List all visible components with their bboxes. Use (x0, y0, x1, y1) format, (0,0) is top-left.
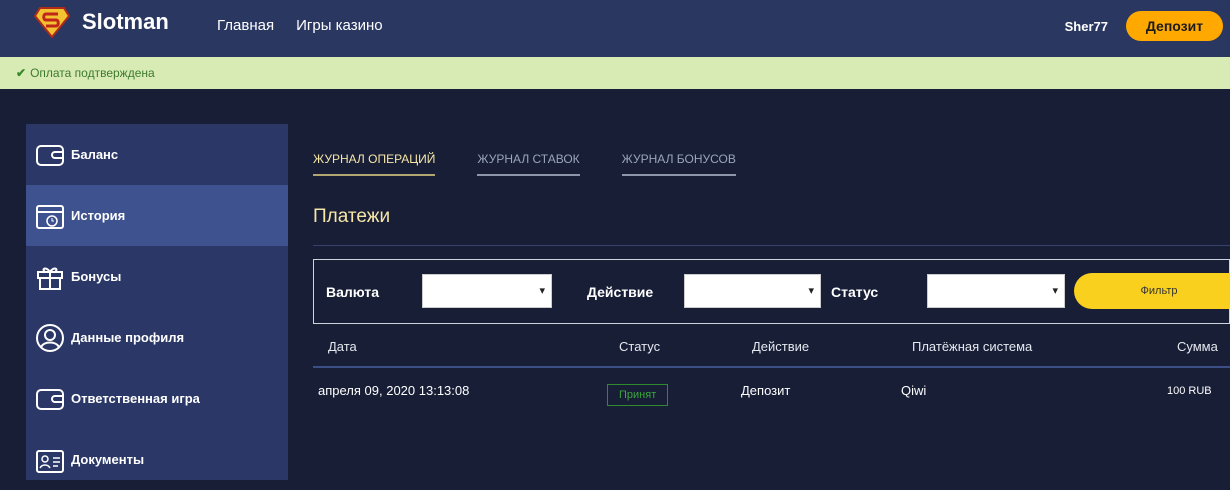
table-header: Дата Статус Действие Платёжная система С… (313, 324, 1230, 368)
success-alert: ✔ Оплата подтверждена (0, 57, 1230, 89)
sidebar-item-label: Документы (71, 452, 145, 467)
id-card-icon (36, 449, 64, 473)
sidebar-item-bonuses[interactable]: Бонусы (26, 246, 288, 307)
top-header: Slotman Главная Игры казино Sher77 Депоз… (0, 0, 1230, 57)
calendar-clock-icon (36, 204, 64, 229)
row-date: апреля 09, 2020 13:13:08 (318, 383, 470, 398)
logo[interactable]: Slotman (34, 6, 169, 38)
main-content: ЖУРНАЛ ОПЕРАЦИЙ ЖУРНАЛ СТАВОК ЖУРНАЛ БОН… (313, 140, 1230, 424)
sidebar: Баланс История Бонусы Данные профиля Отв… (26, 124, 288, 480)
col-status: Статус (619, 339, 661, 354)
sidebar-item-label: История (71, 208, 126, 223)
currency-select[interactable] (422, 274, 552, 308)
col-action: Действие (752, 339, 810, 354)
wallet-icon (36, 144, 64, 166)
user-icon (36, 323, 64, 352)
sidebar-item-documents[interactable]: Документы (26, 429, 288, 490)
page-title: Платежи (313, 206, 391, 227)
sidebar-item-history[interactable]: История (26, 185, 288, 246)
sidebar-item-label: Ответственная игра (71, 391, 200, 406)
sidebar-item-profile[interactable]: Данные профиля (26, 307, 288, 368)
deposit-button[interactable]: Депозит (1126, 11, 1223, 41)
col-date: Дата (328, 339, 357, 354)
tab-operations-log[interactable]: ЖУРНАЛ ОПЕРАЦИЙ (313, 140, 436, 176)
col-payment-system: Платёжная система (912, 339, 1033, 354)
checkmark-icon: ✔ (16, 66, 27, 80)
tab-bets-log[interactable]: ЖУРНАЛ СТАВОК (477, 140, 580, 176)
divider (313, 245, 1230, 246)
action-label: Действие (587, 284, 654, 300)
sidebar-item-label: Бонусы (71, 269, 122, 284)
col-amount: Сумма (1177, 339, 1218, 354)
superman-logo-icon (34, 7, 70, 38)
sidebar-item-label: Данные профиля (71, 330, 185, 345)
nav-casino-games[interactable]: Игры казино (296, 17, 383, 34)
filter-button[interactable]: Фильтр (1074, 273, 1230, 309)
sidebar-item-label: Баланс (71, 147, 119, 162)
alert-text: Оплата подтверждена (30, 66, 155, 80)
tab-bonuses-log[interactable]: ЖУРНАЛ БОНУСОВ (621, 140, 736, 176)
wallet-icon (36, 388, 64, 410)
sidebar-item-balance[interactable]: Баланс (26, 124, 288, 185)
filter-bar: Валюта Действие Статус Фильтр (313, 259, 1230, 324)
brand-name: Slotman (82, 9, 169, 34)
currency-label: Валюта (326, 284, 380, 300)
username[interactable]: Sher77 (1065, 19, 1108, 34)
gift-icon (37, 267, 63, 290)
table-row: апреля 09, 2020 13:13:08 Принят Депозит … (313, 368, 1230, 424)
row-action: Депозит (741, 383, 791, 398)
nav-home[interactable]: Главная (217, 17, 274, 34)
status-badge: Принят (607, 384, 669, 406)
action-select[interactable] (684, 274, 821, 308)
status-label: Статус (831, 284, 879, 300)
sidebar-item-responsible-gaming[interactable]: Ответственная игра (26, 368, 288, 429)
status-select[interactable] (927, 274, 1065, 308)
row-amount: 100 RUB (1167, 385, 1212, 397)
row-payment-system: Qiwi (901, 383, 927, 398)
